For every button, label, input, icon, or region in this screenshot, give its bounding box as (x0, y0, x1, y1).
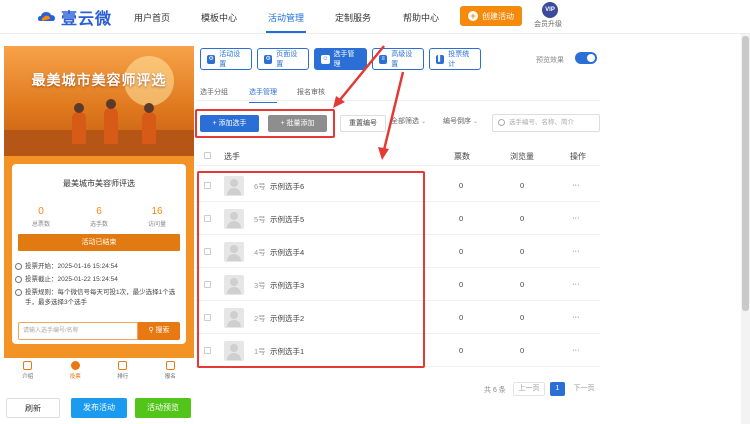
arrow-head (378, 147, 389, 160)
arrow-to-players (382, 71, 405, 151)
arrow-to-actions (338, 45, 385, 102)
annotation-arrows (333, 45, 405, 160)
